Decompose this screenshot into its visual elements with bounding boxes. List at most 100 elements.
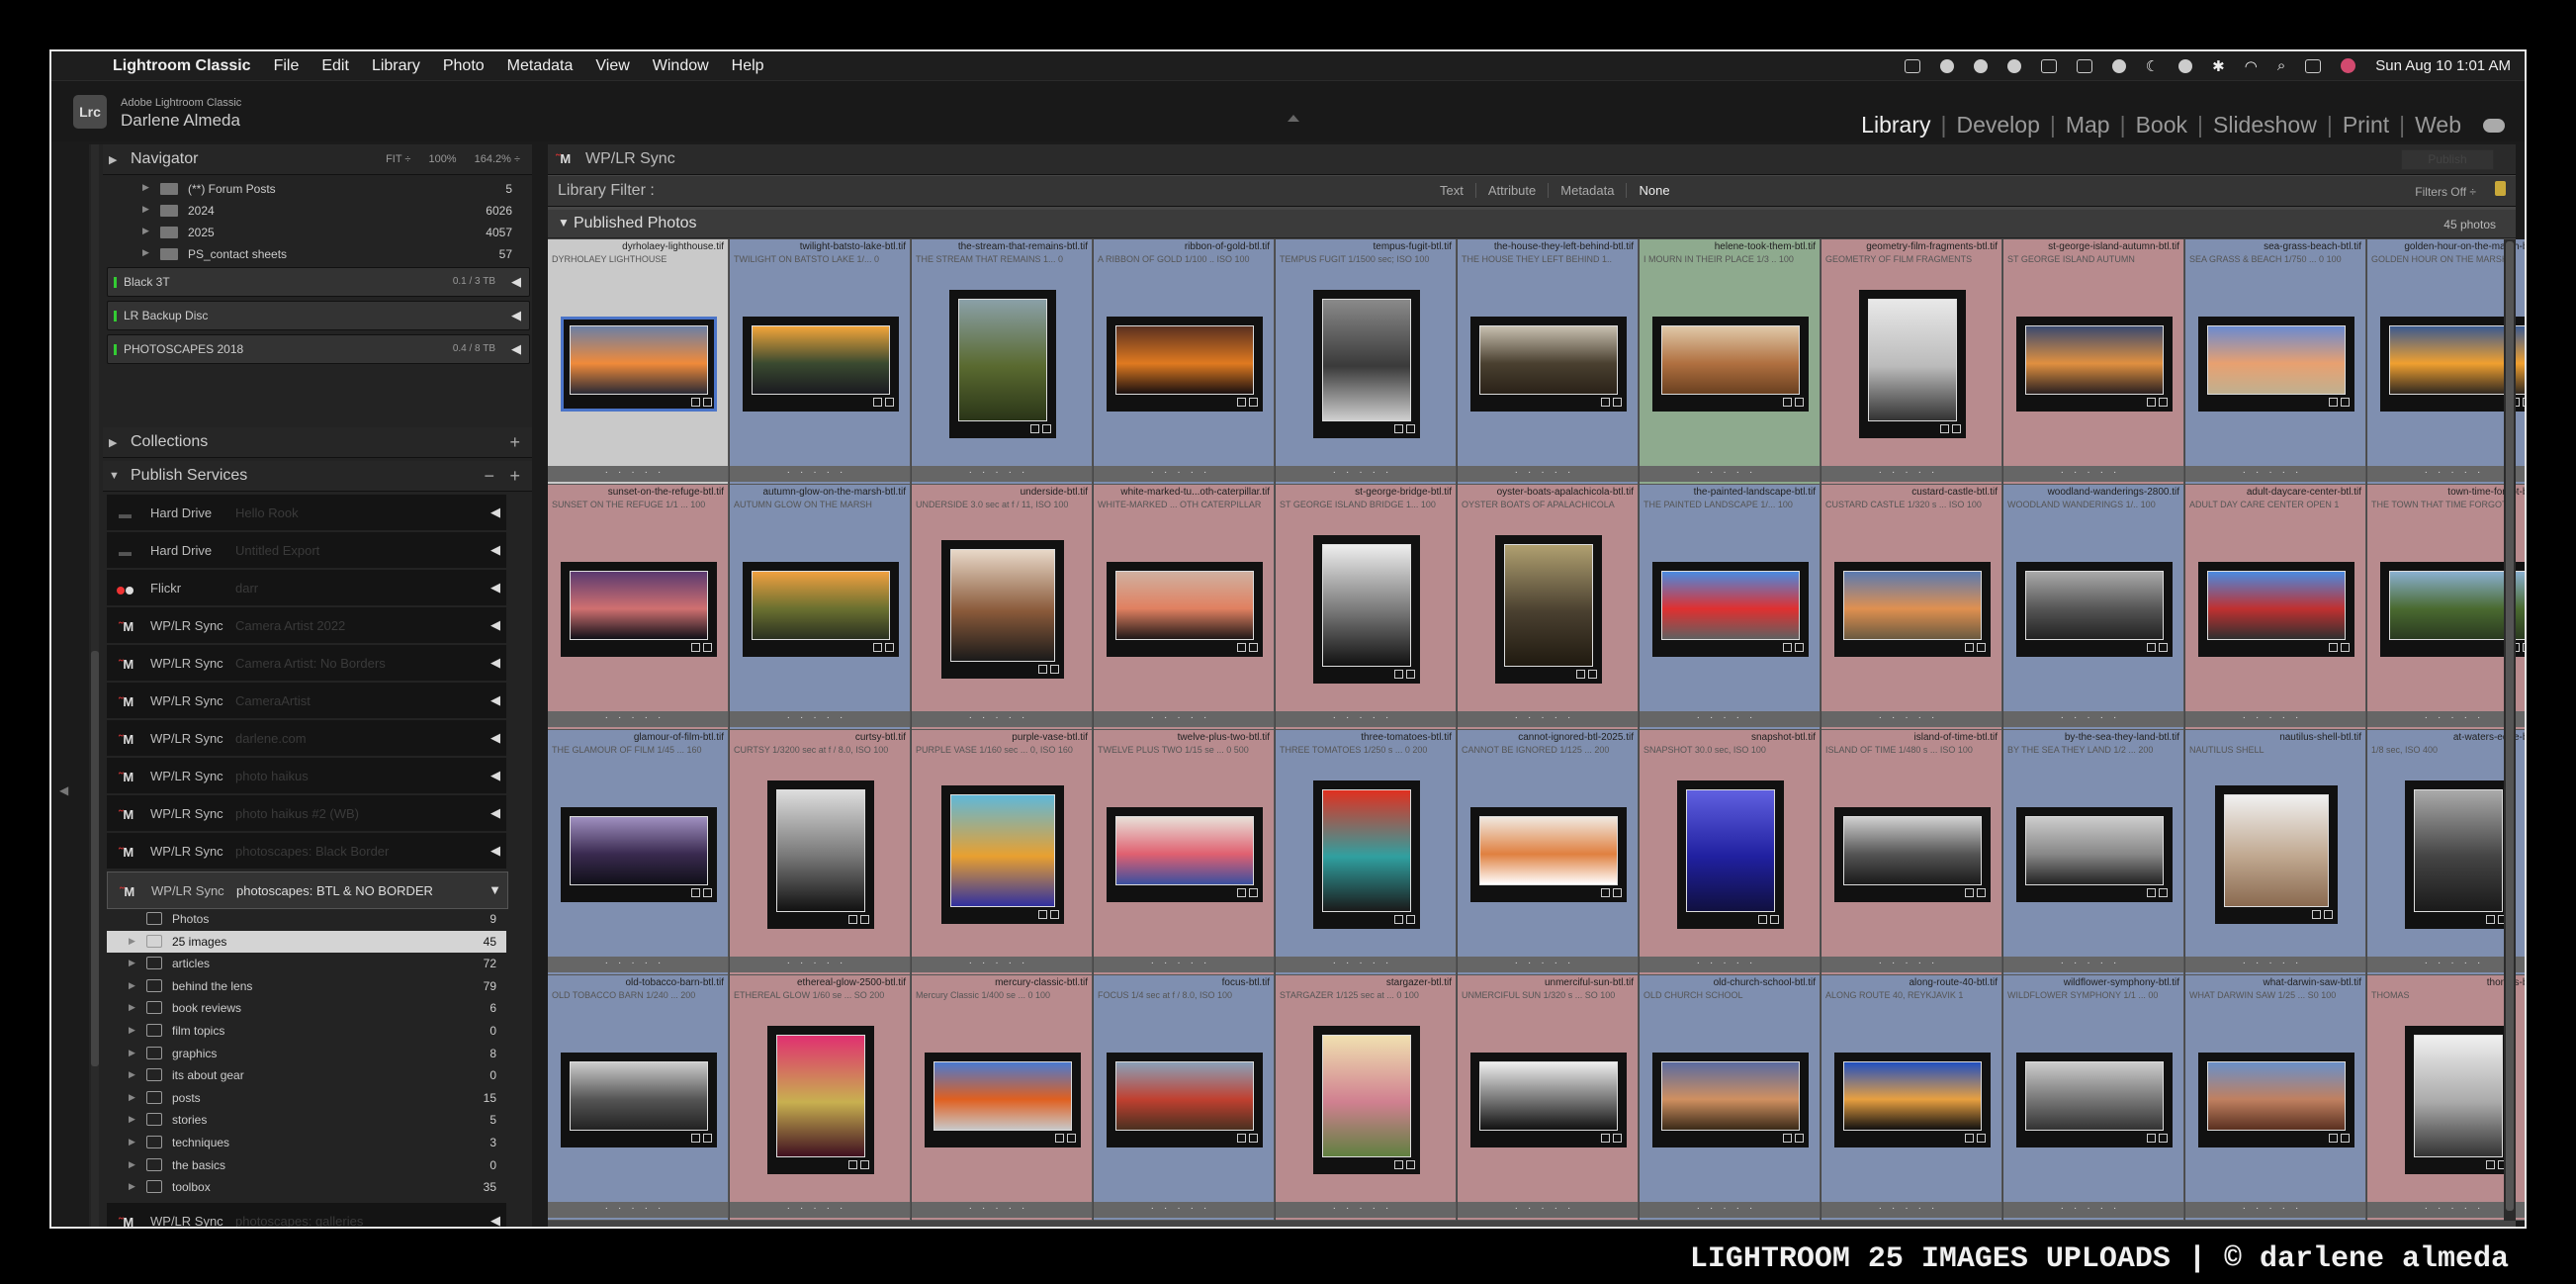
status-timemachine-icon[interactable] bbox=[2111, 58, 2126, 73]
rating-stars[interactable]: ····· bbox=[1458, 1202, 1638, 1218]
rating-stars[interactable]: ····· bbox=[1276, 957, 1456, 972]
folder-row[interactable]: ▶ PS_contact sheets 57 bbox=[103, 243, 532, 265]
rating-stars[interactable]: ····· bbox=[1276, 466, 1456, 482]
collection-expand-icon[interactable]: ▶ bbox=[129, 1048, 135, 1058]
metadata-badge-icon[interactable] bbox=[1783, 398, 1792, 407]
grid-cell[interactable]: sunset-on-the-refuge-btl.tif SUNSET ON TH… bbox=[548, 485, 729, 730]
rating-stars[interactable]: ····· bbox=[2003, 957, 2183, 972]
metadata-badge-icon[interactable] bbox=[691, 643, 700, 652]
collection-expand-icon[interactable]: ▶ bbox=[129, 1159, 135, 1170]
photo-thumbnail[interactable] bbox=[2405, 780, 2512, 929]
volume-menu-icon[interactable]: ◀ bbox=[511, 274, 521, 290]
metadata-badge-icon[interactable] bbox=[1601, 1134, 1610, 1143]
metadata-badge-icon[interactable] bbox=[2486, 1160, 2495, 1169]
published-collection-row[interactable]: ▶ articles 72 bbox=[107, 953, 506, 974]
rating-stars[interactable]: ····· bbox=[1640, 466, 1820, 482]
menu-file[interactable]: File bbox=[274, 57, 300, 75]
edit-badge-icon[interactable] bbox=[2324, 910, 2333, 919]
edit-badge-icon[interactable] bbox=[1249, 888, 1258, 897]
publish-service-active[interactable]: ˜M WP/LR Sync photoscapes: BTL & NO BORD… bbox=[107, 871, 508, 909]
navigator-header[interactable]: ▶ Navigator FIT ÷ 100% 164.2% ÷ bbox=[103, 144, 532, 175]
edit-badge-icon[interactable] bbox=[2159, 888, 2168, 897]
rating-stars[interactable]: ····· bbox=[730, 1202, 910, 1218]
metadata-badge-icon[interactable] bbox=[1237, 398, 1246, 407]
module-book[interactable]: Book bbox=[2126, 112, 2197, 138]
rating-stars[interactable]: ····· bbox=[1276, 1202, 1456, 1218]
rating-stars[interactable]: ····· bbox=[2003, 466, 2183, 482]
rating-stars[interactable]: ····· bbox=[1821, 711, 2001, 727]
filter-tab-attribute[interactable]: Attribute bbox=[1474, 183, 1548, 198]
filter-tab-none[interactable]: None bbox=[1626, 183, 1681, 198]
rating-stars[interactable]: ····· bbox=[912, 957, 1092, 972]
grid-cell[interactable]: old-church-school-btl.tif OLD CHURCH SCHO… bbox=[1640, 975, 1821, 1221]
edit-badge-icon[interactable] bbox=[1249, 398, 1258, 407]
grid-cell[interactable]: purple-vase-btl.tif PURPLE VASE 1/160 sec… bbox=[912, 730, 1093, 975]
published-collection-row[interactable]: ▶ stories 5 bbox=[107, 1109, 506, 1131]
edit-badge-icon[interactable] bbox=[1613, 888, 1622, 897]
menu-photo[interactable]: Photo bbox=[443, 57, 485, 75]
edit-badge-icon[interactable] bbox=[1977, 643, 1986, 652]
metadata-badge-icon[interactable] bbox=[1030, 424, 1039, 433]
rating-stars[interactable]: ····· bbox=[2003, 711, 2183, 727]
publish-services-header[interactable]: ▼ Publish Services − + bbox=[103, 461, 532, 492]
published-collection-row[interactable]: ▶ posts 15 bbox=[107, 1087, 506, 1109]
service-menu-icon[interactable]: ◀ bbox=[490, 655, 500, 671]
control-center-icon[interactable] bbox=[2305, 58, 2322, 73]
folder-row[interactable]: ▶ 2025 4057 bbox=[103, 222, 532, 243]
publish-service-row[interactable]: ˜M WP/LR Sync Camera Artist 2022 ◀ bbox=[107, 607, 506, 643]
menu-metadata[interactable]: Metadata bbox=[507, 57, 574, 75]
metadata-badge-icon[interactable] bbox=[2329, 1134, 2338, 1143]
publish-service-row[interactable]: ˜M WP/LR Sync photo haikus ◀ bbox=[107, 758, 506, 793]
grid-cell[interactable]: island-of-time-btl.tif ISLAND OF TIME 1/4… bbox=[1821, 730, 2002, 975]
grid-cell[interactable]: twilight-batsto-lake-btl.tif TWILIGHT ON … bbox=[730, 239, 911, 485]
edit-badge-icon[interactable] bbox=[1977, 1134, 1986, 1143]
grid-cell[interactable]: wildflower-symphony-btl.tif WILDFLOWER SY… bbox=[2003, 975, 2184, 1221]
cloud-sync-icon[interactable] bbox=[2483, 118, 2505, 133]
grid-cell[interactable]: woodland-wanderings-2800.tif WOODLAND WAN… bbox=[2003, 485, 2184, 730]
grid-cell[interactable]: town-time-forgot-btl.tifTHE TOWN THAT TI… bbox=[2367, 485, 2525, 730]
rating-stars[interactable]: ····· bbox=[730, 466, 910, 482]
edit-badge-icon[interactable] bbox=[1249, 643, 1258, 652]
folder-row[interactable]: ▶ (**) Forum Posts 5 bbox=[103, 178, 532, 200]
photo-thumbnail[interactable] bbox=[941, 785, 1064, 924]
photo-thumbnail[interactable] bbox=[949, 290, 1056, 438]
rating-stars[interactable]: ····· bbox=[730, 957, 910, 972]
published-collection-row[interactable]: ▶ behind the lens 79 bbox=[107, 975, 506, 997]
publish-service-row[interactable]: ▬ Hard Drive Untitled Export ◀ bbox=[107, 532, 506, 568]
status-grammar-icon[interactable] bbox=[2006, 58, 2021, 73]
edit-badge-icon[interactable] bbox=[1613, 398, 1622, 407]
metadata-badge-icon[interactable] bbox=[1601, 888, 1610, 897]
published-collection-row[interactable]: ▶ graphics 8 bbox=[107, 1043, 506, 1064]
rating-stars[interactable]: ····· bbox=[1458, 466, 1638, 482]
edit-badge-icon[interactable] bbox=[2159, 398, 2168, 407]
metadata-badge-icon[interactable] bbox=[1965, 1134, 1974, 1143]
edit-badge-icon[interactable] bbox=[1952, 424, 1961, 433]
grid-cell[interactable]: st-george-island-autumn-btl.tif ST GEORGE… bbox=[2003, 239, 2184, 485]
metadata-badge-icon[interactable] bbox=[1394, 1160, 1403, 1169]
published-collapse-icon[interactable]: ▼ bbox=[558, 216, 570, 229]
publish-service-row[interactable]: ˜M WP/LR Sync Camera Artist: No Borders ◀ bbox=[107, 645, 506, 681]
edit-badge-icon[interactable] bbox=[1406, 424, 1415, 433]
edit-badge-icon[interactable] bbox=[1977, 888, 1986, 897]
status-calendar-icon[interactable] bbox=[2076, 58, 2092, 73]
collections-header[interactable]: ▶ Collections + bbox=[103, 427, 532, 458]
wifi-icon[interactable]: ◠ bbox=[2245, 57, 2258, 75]
service-menu-icon[interactable]: ◀ bbox=[490, 617, 500, 633]
module-web[interactable]: Web bbox=[2405, 112, 2471, 138]
rating-stars[interactable]: ····· bbox=[912, 711, 1092, 727]
metadata-badge-icon[interactable] bbox=[873, 398, 882, 407]
folder-expand-icon[interactable]: ▶ bbox=[142, 226, 149, 236]
metadata-badge-icon[interactable] bbox=[2329, 643, 2338, 652]
metadata-badge-icon[interactable] bbox=[2147, 398, 2156, 407]
publish-service-row[interactable]: ▬ Hard Drive Hello Rook ◀ bbox=[107, 495, 506, 530]
remove-service-icon[interactable]: − bbox=[484, 466, 494, 487]
rating-stars[interactable]: ····· bbox=[2367, 957, 2525, 972]
published-collection-row[interactable]: ▶ toolbox 35 bbox=[107, 1176, 506, 1198]
metadata-badge-icon[interactable] bbox=[2329, 398, 2338, 407]
photo-thumbnail[interactable] bbox=[1313, 780, 1420, 929]
grid-cell[interactable]: the-house-they-left-behind-btl.tif THE HO… bbox=[1458, 239, 1639, 485]
collection-expand-icon[interactable]: ▶ bbox=[129, 1114, 135, 1125]
filter-lock-icon[interactable] bbox=[2495, 181, 2506, 196]
published-collection-row[interactable]: ▶ techniques 3 bbox=[107, 1132, 506, 1153]
left-panel-scroll-thumb[interactable] bbox=[91, 651, 99, 1066]
